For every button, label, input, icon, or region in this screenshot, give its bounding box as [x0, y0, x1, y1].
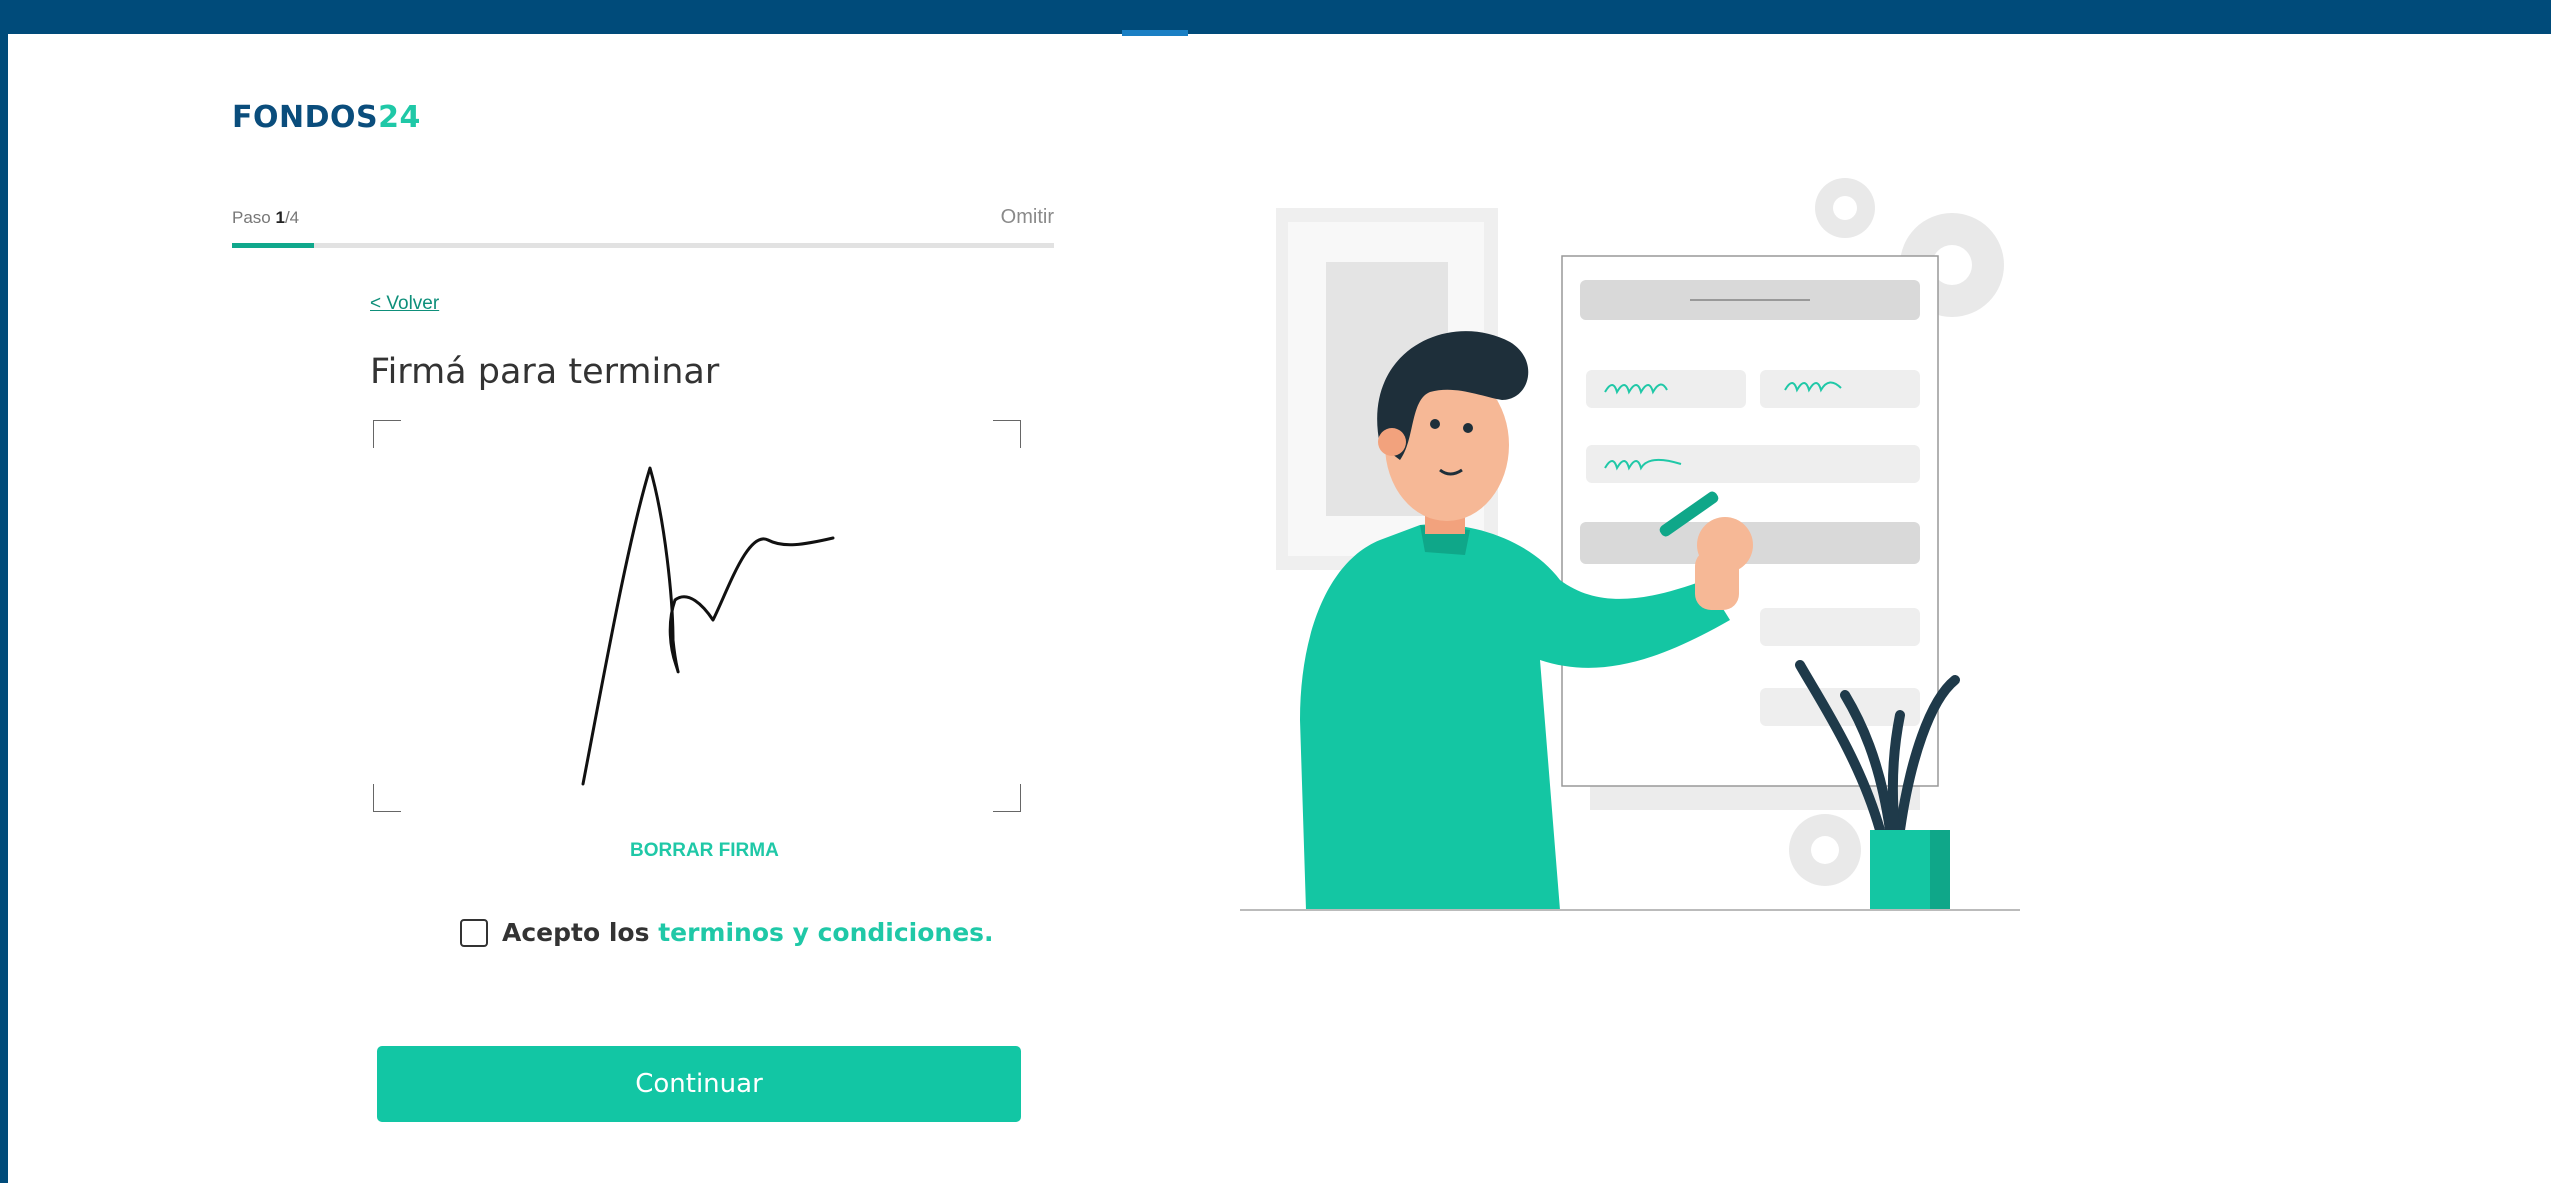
skip-button[interactable]: Omitir	[1001, 206, 1054, 229]
terms-checkbox[interactable]	[460, 918, 488, 947]
step-prefix: Paso	[232, 208, 276, 227]
terms-prefix: Acepto los	[502, 918, 659, 947]
terms-row: Acepto los terminos y condiciones.	[460, 918, 994, 947]
step-current: 1	[275, 208, 285, 227]
man-eye-right	[1463, 423, 1473, 433]
top-notch-decoration	[1122, 30, 1188, 36]
man-wrist	[1695, 550, 1739, 610]
brand-name: FONDOS	[232, 100, 379, 135]
man-signing-document-illustration	[1240, 178, 2020, 911]
man-ear	[1378, 428, 1406, 456]
step-indicator: Paso 1/4	[232, 208, 299, 228]
plant-pot-shade	[1930, 830, 1950, 910]
doc-field-3	[1760, 370, 1920, 408]
doc-field-6	[1760, 608, 1920, 646]
terms-link[interactable]: terminos y condiciones.	[658, 918, 993, 947]
step-total: /4	[284, 208, 300, 227]
signature-pad[interactable]	[373, 420, 1021, 812]
progress-bar	[232, 243, 1054, 248]
brand-number: 24	[378, 100, 421, 135]
doc-field-4	[1586, 445, 1920, 483]
page-title: Firmá para terminar	[370, 352, 720, 392]
brand-logo: FONDOS24	[232, 100, 421, 135]
continue-button[interactable]: Continuar	[377, 1046, 1021, 1122]
terms-text: Acepto los terminos y condiciones.	[502, 918, 994, 947]
back-link[interactable]: < Volver	[370, 293, 439, 315]
clear-signature-button[interactable]: BORRAR FIRMA	[630, 840, 779, 862]
man-eye-left	[1430, 419, 1440, 429]
progress-bar-fill	[232, 243, 315, 248]
signature-stroke	[581, 466, 835, 786]
